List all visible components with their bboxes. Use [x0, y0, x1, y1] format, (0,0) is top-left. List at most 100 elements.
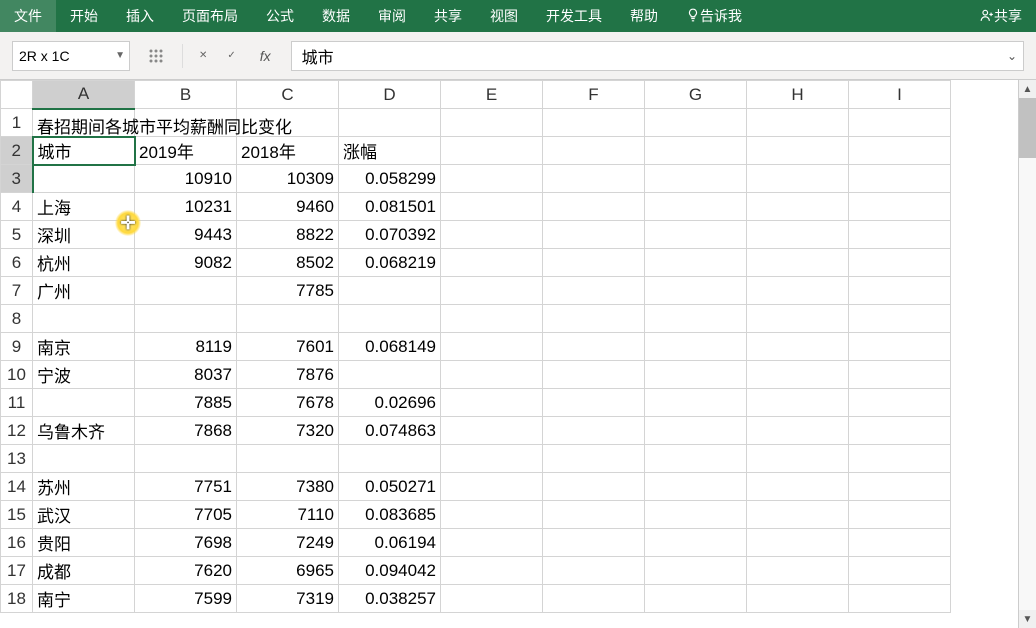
cell-F6[interactable] [543, 249, 645, 277]
cell-E8[interactable] [441, 305, 543, 333]
cell-G7[interactable] [645, 277, 747, 305]
cell-D8[interactable] [339, 305, 441, 333]
cell-E1[interactable] [441, 109, 543, 137]
cell-I11[interactable] [849, 389, 951, 417]
chevron-down-icon[interactable]: ▼ [115, 50, 125, 61]
ribbon-insert[interactable]: 插入 [112, 0, 168, 32]
cell-A13[interactable] [33, 445, 135, 473]
cell-B10[interactable]: 8037 [135, 361, 237, 389]
cell-H17[interactable] [747, 557, 849, 585]
cell-C18[interactable]: 7319 [237, 585, 339, 613]
cell-C14[interactable]: 7380 [237, 473, 339, 501]
cell-B3[interactable]: 10910 [135, 165, 237, 193]
cell-F4[interactable] [543, 193, 645, 221]
cell-F16[interactable] [543, 529, 645, 557]
cell-H7[interactable] [747, 277, 849, 305]
cell-G4[interactable] [645, 193, 747, 221]
col-header-I[interactable]: I [849, 81, 951, 109]
cell-D6[interactable]: 0.068219 [339, 249, 441, 277]
cell-A3[interactable] [33, 165, 135, 193]
cell-I5[interactable] [849, 221, 951, 249]
cell-I2[interactable] [849, 137, 951, 165]
col-header-G[interactable]: G [645, 81, 747, 109]
cell-H16[interactable] [747, 529, 849, 557]
cell-A8[interactable] [33, 305, 135, 333]
cell-C6[interactable]: 8502 [237, 249, 339, 277]
tell-me-button[interactable]: 告诉我 [672, 0, 756, 32]
cell-A16[interactable]: 贵阳 [33, 529, 135, 557]
cell-A18[interactable]: 南宁 [33, 585, 135, 613]
col-header-B[interactable]: B [135, 81, 237, 109]
cell-E4[interactable] [441, 193, 543, 221]
row-header-11[interactable]: 11 [1, 389, 33, 417]
row-header-9[interactable]: 9 [1, 333, 33, 361]
cell-C2[interactable]: 2018年 [237, 137, 339, 165]
cell-E5[interactable] [441, 221, 543, 249]
cell-I18[interactable] [849, 585, 951, 613]
cell-G16[interactable] [645, 529, 747, 557]
cell-C10[interactable]: 7876 [237, 361, 339, 389]
cell-G18[interactable] [645, 585, 747, 613]
row-header-10[interactable]: 10 [1, 361, 33, 389]
col-header-E[interactable]: E [441, 81, 543, 109]
cell-F18[interactable] [543, 585, 645, 613]
cell-G9[interactable] [645, 333, 747, 361]
ribbon-share-tab[interactable]: 共享 [420, 0, 476, 32]
cell-E7[interactable] [441, 277, 543, 305]
ribbon-home[interactable]: 开始 [56, 0, 112, 32]
cell-D14[interactable]: 0.050271 [339, 473, 441, 501]
cell-B15[interactable]: 7705 [135, 501, 237, 529]
cell-E11[interactable] [441, 389, 543, 417]
cell-E15[interactable] [441, 501, 543, 529]
cell-A12[interactable]: 乌鲁木齐 [33, 417, 135, 445]
cell-D9[interactable]: 0.068149 [339, 333, 441, 361]
cell-H2[interactable] [747, 137, 849, 165]
cell-C13[interactable] [237, 445, 339, 473]
formula-input[interactable]: 城市 ⌄ [291, 41, 1024, 71]
cell-B16[interactable]: 7698 [135, 529, 237, 557]
cell-H8[interactable] [747, 305, 849, 333]
ribbon-help[interactable]: 帮助 [616, 0, 672, 32]
cell-G10[interactable] [645, 361, 747, 389]
cell-E2[interactable] [441, 137, 543, 165]
col-header-D[interactable]: D [339, 81, 441, 109]
cell-G13[interactable] [645, 445, 747, 473]
cell-F13[interactable] [543, 445, 645, 473]
cell-G2[interactable] [645, 137, 747, 165]
col-header-A[interactable]: A [33, 81, 135, 109]
cell-E9[interactable] [441, 333, 543, 361]
cell-H5[interactable] [747, 221, 849, 249]
cell-C12[interactable]: 7320 [237, 417, 339, 445]
grid[interactable]: ABCDEFGHI1春招期间各城市平均薪酬同比变化2城市2019年2018年涨幅… [0, 80, 951, 613]
row-header-2[interactable]: 2 [1, 137, 33, 165]
cell-F1[interactable] [543, 109, 645, 137]
cell-A10[interactable]: 宁波 [33, 361, 135, 389]
cell-C9[interactable]: 7601 [237, 333, 339, 361]
cell-I6[interactable] [849, 249, 951, 277]
cell-I3[interactable] [849, 165, 951, 193]
cell-B12[interactable]: 7868 [135, 417, 237, 445]
cell-A7[interactable]: 广州 [33, 277, 135, 305]
row-header-5[interactable]: 5 [1, 221, 33, 249]
cell-D5[interactable]: 0.070392 [339, 221, 441, 249]
cell-A5[interactable]: 深圳 [33, 221, 135, 249]
ribbon-layout[interactable]: 页面布局 [168, 0, 252, 32]
fx-icon[interactable]: fx [252, 48, 279, 64]
cell-F14[interactable] [543, 473, 645, 501]
cell-I9[interactable] [849, 333, 951, 361]
cell-D13[interactable] [339, 445, 441, 473]
ribbon-devtools[interactable]: 开发工具 [532, 0, 616, 32]
col-header-F[interactable]: F [543, 81, 645, 109]
vertical-scrollbar[interactable]: ▲ ▼ [1018, 80, 1036, 628]
ribbon-view[interactable]: 视图 [476, 0, 532, 32]
ribbon-file[interactable]: 文件 [0, 0, 56, 32]
cell-B11[interactable]: 7885 [135, 389, 237, 417]
cell-D18[interactable]: 0.038257 [339, 585, 441, 613]
scroll-track[interactable] [1019, 98, 1036, 610]
cell-G15[interactable] [645, 501, 747, 529]
ribbon-formula[interactable]: 公式 [252, 0, 308, 32]
function-wizard-button[interactable] [142, 42, 170, 70]
row-header-1[interactable]: 1 [1, 109, 33, 137]
cell-H12[interactable] [747, 417, 849, 445]
cell-A9[interactable]: 南京 [33, 333, 135, 361]
